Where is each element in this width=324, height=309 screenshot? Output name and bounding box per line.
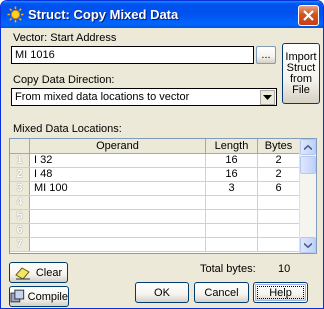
chevron-down-icon (263, 94, 272, 100)
grid-header: Operand Length Bytes (10, 139, 300, 154)
bytes-cell[interactable] (258, 224, 300, 237)
dropdown-arrow-button[interactable] (260, 90, 275, 105)
operand-cell[interactable]: I 48 (30, 168, 206, 181)
row-number-label: 7 (16, 238, 23, 250)
chevron-down-icon (304, 242, 312, 248)
row-number[interactable]: 7 (10, 238, 30, 251)
compile-icon (10, 289, 25, 303)
table-row[interactable]: 3 MI 100 3 6 (10, 182, 300, 196)
length-cell[interactable]: 16 (206, 168, 258, 181)
column-operand[interactable]: Operand (30, 139, 206, 153)
grid-corner (10, 139, 30, 153)
import-line-3: from (290, 72, 312, 85)
total-bytes-label: Total bytes: (200, 263, 256, 275)
row-number[interactable]: 5 (10, 210, 30, 223)
operand-cell[interactable] (30, 238, 206, 251)
browse-button[interactable]: ... (256, 46, 276, 64)
clear-button[interactable]: Clear (9, 262, 68, 283)
length-cell[interactable]: 16 (206, 154, 258, 167)
bytes-cell[interactable]: 6 (258, 182, 300, 195)
direction-select[interactable]: From mixed data locations to vector (11, 88, 277, 106)
operand-cell[interactable]: I 32 (30, 154, 206, 167)
import-line-1: Import (285, 50, 317, 63)
length-cell[interactable] (206, 210, 258, 223)
struct-app-icon (7, 6, 24, 23)
locations-grid[interactable]: Operand Length Bytes 1I 32 16 2 2 I 48 16 2 3 MI… (9, 138, 317, 254)
operand-cell[interactable] (30, 210, 206, 223)
table-row[interactable]: 1 I 32 16 2 (10, 154, 300, 168)
bytes-cell[interactable]: 2 (258, 154, 300, 167)
vector-address-input[interactable]: MI 1016 (11, 46, 254, 64)
column-length[interactable]: Length (206, 139, 258, 153)
title-bar[interactable]: Struct: Copy Mixed Data (1, 1, 323, 28)
scroll-up-button[interactable] (300, 139, 316, 155)
table-row[interactable]: 4 (10, 196, 300, 210)
scroll-down-button[interactable] (300, 237, 316, 253)
row-number-label: 1 (16, 154, 23, 166)
window-title: Struct: Copy Mixed Data (28, 7, 179, 22)
bytes-cell[interactable] (258, 210, 300, 223)
row-number-label: 6 (16, 224, 23, 236)
length-cell[interactable] (206, 196, 258, 209)
length-cell[interactable] (206, 224, 258, 237)
bytes-cell[interactable] (258, 238, 300, 251)
total-bytes-value: 10 (278, 263, 291, 275)
compile-label: Compile (27, 290, 68, 303)
import-line-2: Struct (286, 61, 316, 74)
chevron-up-icon (304, 144, 312, 150)
help-button[interactable]: Help (253, 282, 308, 303)
eraser-icon (15, 266, 30, 280)
clear-label: Clear (35, 266, 63, 279)
compile-button[interactable]: Compile (9, 286, 69, 307)
dialog-window: Struct: Copy Mixed Data Vector: Start Ad… (0, 0, 324, 309)
bytes-cell[interactable]: 2 (258, 168, 300, 181)
row-number-label: 2 (16, 168, 23, 180)
scroll-thumb[interactable] (300, 156, 316, 174)
import-line-4: File (292, 83, 310, 96)
direction-selected: From mixed data locations to vector (15, 91, 190, 103)
close-icon (303, 10, 314, 21)
length-cell[interactable] (206, 238, 258, 251)
row-number[interactable]: 3 (10, 182, 30, 195)
locations-label: Mixed Data Locations: (13, 123, 122, 135)
row-number-label: 5 (16, 210, 23, 222)
cancel-button[interactable]: Cancel (194, 282, 249, 303)
import-struct-button[interactable]: Import Struct from File (282, 43, 320, 104)
operand-cell[interactable] (30, 224, 206, 237)
operand-cell[interactable]: MI 100 (30, 182, 206, 195)
close-button[interactable] (298, 5, 319, 26)
row-number[interactable]: 4 (10, 196, 30, 209)
table-row[interactable]: 7 (10, 238, 300, 252)
table-row[interactable]: 5 (10, 210, 300, 224)
row-number[interactable]: 1 (10, 154, 30, 167)
grid-scrollbar[interactable] (299, 139, 316, 253)
direction-label: Copy Data Direction: (13, 74, 115, 86)
length-cell[interactable]: 3 (206, 182, 258, 195)
table-row[interactable]: 2I 48 16 2 (10, 168, 300, 182)
table-row[interactable]: 6 (10, 224, 300, 238)
row-number-label: 4 (16, 196, 23, 208)
vector-label: Vector: Start Address (13, 32, 117, 44)
bytes-cell[interactable] (258, 196, 300, 209)
row-number-label: 3 (16, 182, 23, 194)
row-number[interactable]: 2 (10, 168, 30, 181)
operand-cell[interactable] (30, 196, 206, 209)
row-number[interactable]: 6 (10, 224, 30, 237)
column-bytes[interactable]: Bytes (258, 139, 300, 153)
ok-button[interactable]: OK (135, 282, 189, 303)
